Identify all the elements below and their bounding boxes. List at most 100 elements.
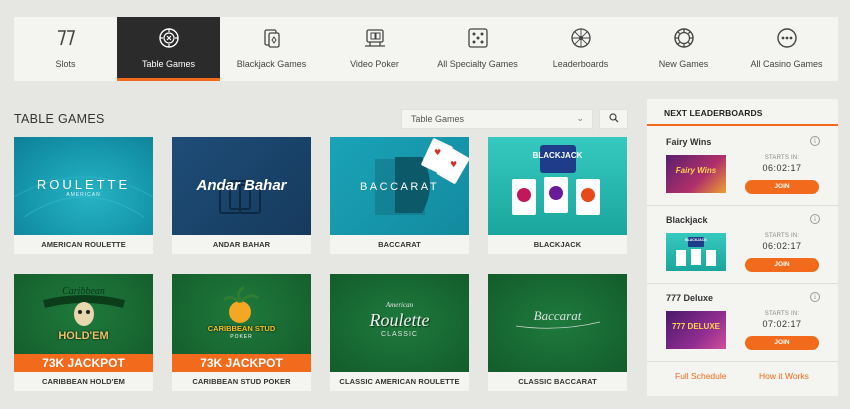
game-card-classic-american-roulette[interactable]: American Roulette CLASSIC CLASSIC AMERIC… [330, 274, 469, 391]
section-title: TABLE GAMES [14, 112, 105, 126]
countdown-time: 06:02:17 [762, 163, 802, 173]
search-button[interactable] [599, 109, 628, 129]
thumbnail-art-title: BLACKJACK [685, 238, 707, 242]
game-art-title: BLACKJACK [532, 151, 583, 160]
chip-icon [672, 26, 696, 50]
game-card-caribbean-holdem[interactable]: Caribbean HOLD'EM 73K JACKPOT CARIBBEAN … [14, 274, 153, 391]
leaderboard-thumbnail[interactable]: 777 DELUXE [666, 311, 726, 349]
chevron-down-icon: ⌄ [576, 113, 584, 123]
roulette-chip-icon [157, 26, 181, 50]
dice-icon [466, 26, 490, 50]
nav-item-leaderboards[interactable]: Leaderboards [529, 17, 632, 81]
leaderboard-title: Fairy Wins [666, 137, 712, 147]
jackpot-banner: 73K JACKPOT [14, 354, 153, 372]
leaderboard-thumbnail[interactable]: Fairy Wins [666, 155, 726, 193]
wheel-icon [569, 26, 593, 50]
leaderboards-heading: NEXT LEADERBOARDS [647, 99, 838, 126]
game-thumbnail: CARIBBEAN STUD POKER 73K JACKPOT [172, 274, 311, 372]
game-art-subtitle: AMERICAN [66, 192, 101, 198]
nav-item-new-games[interactable]: New Games [632, 17, 735, 81]
starts-in-label: STARTS IN: [764, 155, 800, 161]
nav-item-table-games[interactable]: Table Games [117, 17, 220, 81]
starts-in-label: STARTS IN: [764, 233, 800, 239]
thumbnail-art-title: Fairy Wins [675, 166, 717, 175]
nav-item-label: New Games [658, 59, 709, 69]
game-filter-select[interactable]: Table Games ⌄ [401, 109, 593, 129]
game-art-title: ROULETTE [36, 177, 131, 192]
game-card-andar-bahar[interactable]: Andar Bahar ANDAR BAHAR [172, 137, 311, 254]
game-art-subtitle: POKER [230, 334, 253, 340]
game-name: BLACKJACK [488, 235, 627, 254]
nav-item-label: Slots [55, 59, 76, 69]
join-button[interactable]: JOIN [745, 336, 819, 350]
info-icon[interactable]: i [810, 136, 820, 146]
more-dots-icon [775, 26, 799, 50]
jackpot-banner: 73K JACKPOT [172, 354, 311, 372]
game-name: BACCARAT [330, 235, 469, 254]
category-nav: Slots Table Games Blackjack Games Video … [14, 17, 838, 81]
cards-icon [260, 26, 284, 50]
game-card-blackjack[interactable]: BLACKJACK BLACKJACK [488, 137, 627, 254]
game-art-pretitle: American [385, 301, 414, 309]
game-name: CLASSIC BACCARAT [488, 372, 627, 391]
game-name: CARIBBEAN STUD POKER [172, 372, 311, 391]
game-art-title: BACCARAT [359, 181, 440, 193]
game-thumbnail: Andar Bahar [172, 137, 311, 235]
search-icon [608, 110, 619, 128]
game-art-title: Roulette [369, 310, 430, 330]
nav-item-video-poker[interactable]: Video Poker [323, 17, 426, 81]
info-icon[interactable]: i [810, 214, 820, 224]
filter-select-value: Table Games [411, 114, 465, 124]
nav-item-label: All Casino Games [750, 59, 823, 69]
countdown-time: 06:02:17 [762, 241, 802, 251]
video-poker-icon [363, 26, 387, 50]
thumbnail-art-title: 777 DELUXE [671, 322, 721, 331]
nav-item-all-specialty-games[interactable]: All Specialty Games [426, 17, 529, 81]
nav-item-all-casino-games[interactable]: All Casino Games [735, 17, 838, 81]
leaderboard-thumbnail[interactable]: BLACKJACK [666, 233, 726, 271]
game-art-title: CARIBBEAN STUD [207, 324, 276, 333]
nav-item-label: Leaderboards [552, 59, 609, 69]
game-thumbnail: American Roulette CLASSIC [330, 274, 469, 372]
game-name: ANDAR BAHAR [172, 235, 311, 254]
game-art-subtitle: CLASSIC [381, 331, 418, 338]
svg-text:♥: ♥ [434, 148, 441, 157]
full-schedule-link[interactable]: Full Schedule [675, 371, 727, 381]
nav-item-slots[interactable]: Slots [14, 17, 117, 81]
nav-item-label: Table Games [141, 59, 196, 69]
game-art-title: Caribbean [62, 286, 105, 297]
game-art-title: Baccarat [533, 308, 582, 323]
leaderboard-title: Blackjack [666, 215, 708, 225]
game-thumbnail: Caribbean HOLD'EM 73K JACKPOT [14, 274, 153, 372]
how-it-works-link[interactable]: How it Works [759, 371, 809, 381]
game-art-title: Andar Bahar [196, 177, 287, 194]
game-thumbnail: ♥ ♥ BACCARAT [330, 137, 469, 235]
leaderboard-item-777-deluxe: 777 Deluxe i 777 DELUXE STARTS IN: 07:02… [647, 284, 838, 362]
countdown-time: 07:02:17 [762, 319, 802, 329]
game-card-baccarat[interactable]: ♥ ♥ BACCARAT BACCARAT [330, 137, 469, 254]
game-name: CARIBBEAN HOLD'EM [14, 372, 153, 391]
game-thumbnail: BLACKJACK [488, 137, 627, 235]
nav-item-label: Blackjack Games [236, 59, 307, 69]
svg-text:♥: ♥ [450, 160, 457, 169]
nav-item-label: All Specialty Games [437, 59, 518, 69]
leaderboard-item-fairy-wins: Fairy Wins i Fairy Wins STARTS IN: 06:02… [647, 128, 838, 206]
leaderboard-title: 777 Deluxe [666, 293, 714, 303]
starts-in-label: STARTS IN: [764, 311, 800, 317]
game-card-classic-baccarat[interactable]: Baccarat CLASSIC BACCARAT [488, 274, 627, 391]
game-name: AMERICAN ROULETTE [14, 235, 153, 254]
info-icon[interactable]: i [810, 292, 820, 302]
nav-item-label: Video Poker [350, 59, 399, 69]
game-thumbnail: ROULETTE AMERICAN [14, 137, 153, 235]
leaderboard-item-blackjack: Blackjack i BLACKJACK STARTS IN: 06:02:1… [647, 206, 838, 284]
join-button[interactable]: JOIN [745, 180, 819, 194]
slots-seven-icon [54, 26, 78, 50]
nav-item-blackjack-games[interactable]: Blackjack Games [220, 17, 323, 81]
game-card-caribbean-stud-poker[interactable]: CARIBBEAN STUD POKER 73K JACKPOT CARIBBE… [172, 274, 311, 391]
palm-tree-art [222, 286, 259, 323]
join-button[interactable]: JOIN [745, 258, 819, 272]
game-thumbnail: Baccarat [488, 274, 627, 372]
game-art-subtitle: HOLD'EM [58, 330, 109, 342]
leaderboards-panel: NEXT LEADERBOARDS Fairy Wins i Fairy Win… [647, 99, 838, 396]
game-card-american-roulette[interactable]: ROULETTE AMERICAN AMERICAN ROULETTE [14, 137, 153, 254]
